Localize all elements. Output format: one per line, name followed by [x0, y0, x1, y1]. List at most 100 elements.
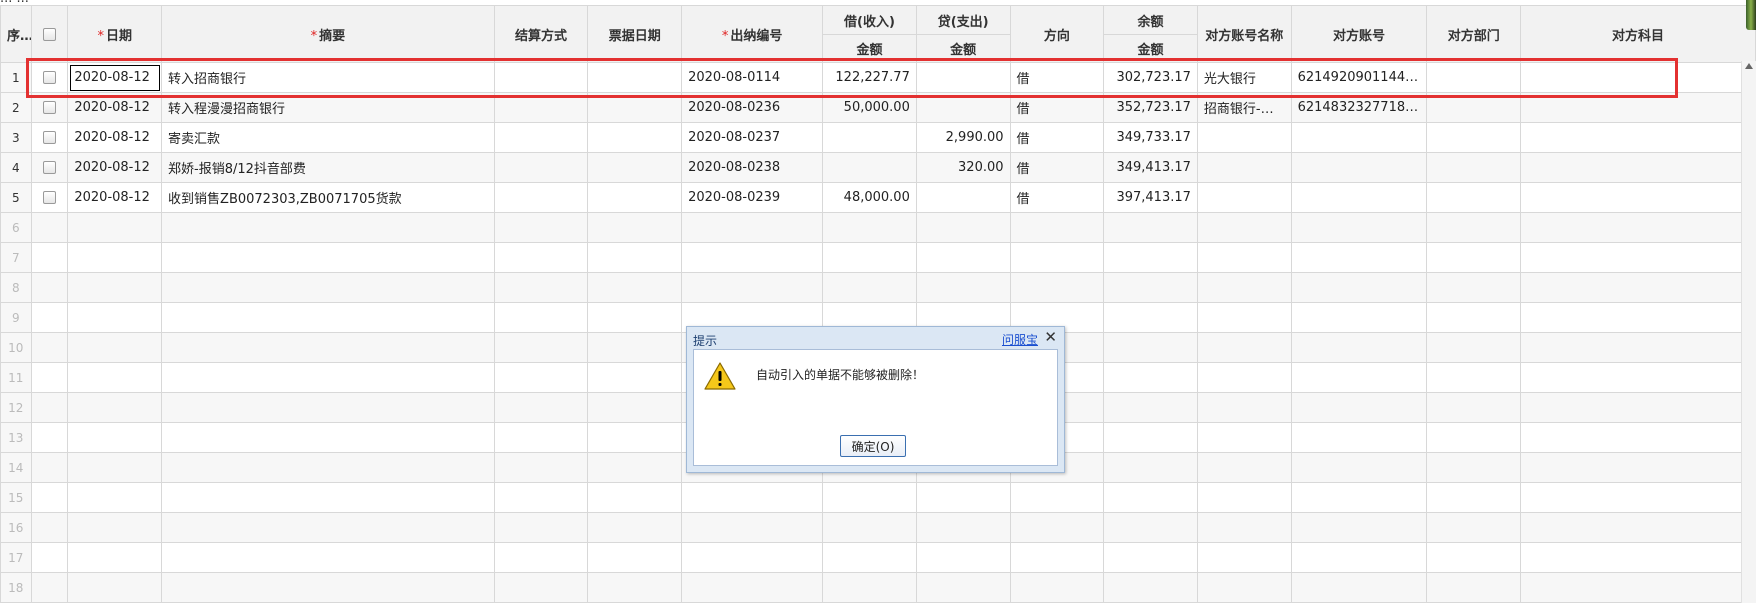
- row-select-cell[interactable]: [30, 122, 69, 153]
- cell-bill-date[interactable]: [587, 92, 683, 123]
- cell-balance[interactable]: 302,723.17: [1103, 62, 1198, 93]
- cell-debit[interactable]: [822, 152, 917, 183]
- empty-cell[interactable]: [1520, 242, 1756, 273]
- empty-cell[interactable]: [587, 572, 683, 603]
- empty-cell[interactable]: [1290, 572, 1428, 603]
- empty-cell[interactable]: [1103, 392, 1198, 423]
- col-header-settle[interactable]: 结算方式: [493, 5, 589, 63]
- empty-cell[interactable]: [587, 392, 683, 423]
- empty-cell[interactable]: [67, 332, 163, 363]
- cell-subject[interactable]: [1520, 62, 1756, 93]
- cell-cashier-no[interactable]: 2020-08-0236: [681, 92, 824, 123]
- empty-cell[interactable]: [1426, 392, 1522, 423]
- row-checkbox[interactable]: [42, 71, 56, 84]
- cell-cashier-no[interactable]: 2020-08-0239: [681, 182, 824, 213]
- empty-cell[interactable]: [1426, 482, 1522, 513]
- empty-cell[interactable]: [1103, 362, 1198, 393]
- cell-acct-no[interactable]: [1290, 122, 1428, 153]
- empty-cell[interactable]: [822, 242, 917, 273]
- cell-credit[interactable]: 320.00: [915, 152, 1011, 183]
- cell-summary[interactable]: 转入程漫漫招商银行: [161, 92, 495, 123]
- cell-date[interactable]: 2020-08-12: [67, 152, 163, 183]
- empty-cell[interactable]: [587, 212, 683, 243]
- cell-debit[interactable]: 122,227.77: [822, 62, 917, 93]
- cell-debit[interactable]: 48,000.00: [822, 182, 917, 213]
- empty-cell[interactable]: [1426, 422, 1522, 453]
- cell-bill-date[interactable]: [587, 182, 683, 213]
- empty-cell[interactable]: [67, 392, 163, 423]
- empty-cell[interactable]: [1103, 272, 1198, 303]
- empty-cell[interactable]: [161, 422, 495, 453]
- cell-balance[interactable]: 349,733.17: [1103, 122, 1198, 153]
- empty-cell[interactable]: [1290, 242, 1428, 273]
- empty-cell[interactable]: [161, 272, 495, 303]
- cell-settle[interactable]: [493, 122, 589, 153]
- cell-direction[interactable]: 借: [1009, 122, 1105, 153]
- cell-acct-name[interactable]: [1196, 122, 1292, 153]
- row-select-cell[interactable]: [30, 152, 69, 183]
- empty-cell[interactable]: [681, 542, 824, 573]
- cell-dept[interactable]: [1426, 62, 1522, 93]
- empty-cell[interactable]: [1520, 452, 1756, 483]
- empty-row[interactable]: 18: [0, 572, 1756, 603]
- cell-summary[interactable]: 郑娇-报销8/12抖音部费: [161, 152, 495, 183]
- empty-cell[interactable]: [1290, 362, 1428, 393]
- empty-cell[interactable]: [1290, 512, 1428, 543]
- empty-cell[interactable]: [67, 362, 163, 393]
- empty-row[interactable]: 17: [0, 542, 1756, 573]
- cell-acct-name[interactable]: [1196, 182, 1292, 213]
- table-row[interactable]: 3 2020-08-12 寄卖汇款 2020-08-0237 2,990.00 借 349,…: [0, 122, 1756, 153]
- cell-settle[interactable]: [493, 62, 589, 93]
- empty-cell[interactable]: [587, 362, 683, 393]
- col-header-subject[interactable]: 对方科目: [1520, 5, 1756, 63]
- empty-cell[interactable]: [1196, 272, 1292, 303]
- empty-cell[interactable]: [587, 302, 683, 333]
- col-header-select-all[interactable]: [30, 5, 69, 63]
- empty-cell[interactable]: [822, 482, 917, 513]
- empty-cell[interactable]: [1009, 272, 1105, 303]
- col-header-direction[interactable]: 方向: [1009, 5, 1105, 63]
- col-header-credit-amount[interactable]: 金额: [915, 34, 1011, 63]
- select-all-checkbox[interactable]: [42, 27, 56, 41]
- empty-cell[interactable]: [67, 512, 163, 543]
- table-row[interactable]: 5 2020-08-12 收到销售ZB0072303,ZB0071705货款 2020…: [0, 182, 1756, 213]
- empty-cell[interactable]: [161, 512, 495, 543]
- empty-cell[interactable]: [1426, 572, 1522, 603]
- cell-balance[interactable]: 349,413.17: [1103, 152, 1198, 183]
- cell-summary[interactable]: 寄卖汇款: [161, 122, 495, 153]
- empty-cell[interactable]: [822, 212, 917, 243]
- empty-cell[interactable]: [67, 572, 163, 603]
- empty-cell[interactable]: [915, 482, 1011, 513]
- empty-cell[interactable]: [822, 542, 917, 573]
- col-header-debit-amount[interactable]: 金额: [822, 34, 917, 63]
- cell-credit[interactable]: [915, 182, 1011, 213]
- empty-cell[interactable]: [67, 242, 163, 273]
- cell-subject[interactable]: [1520, 182, 1756, 213]
- empty-cell[interactable]: [1009, 542, 1105, 573]
- empty-cell[interactable]: [1196, 392, 1292, 423]
- empty-cell[interactable]: [161, 212, 495, 243]
- empty-cell[interactable]: [1520, 542, 1756, 573]
- empty-cell[interactable]: [1103, 302, 1198, 333]
- empty-cell[interactable]: [161, 332, 495, 363]
- empty-cell[interactable]: [1426, 542, 1522, 573]
- cell-balance[interactable]: 397,413.17: [1103, 182, 1198, 213]
- empty-cell[interactable]: [1196, 572, 1292, 603]
- empty-cell[interactable]: [1103, 212, 1198, 243]
- empty-cell[interactable]: [681, 512, 824, 543]
- empty-cell[interactable]: [30, 242, 69, 273]
- cell-summary[interactable]: 收到销售ZB0072303,ZB0071705货款: [161, 182, 495, 213]
- empty-cell[interactable]: [161, 302, 495, 333]
- empty-cell[interactable]: [681, 482, 824, 513]
- empty-cell[interactable]: [1290, 542, 1428, 573]
- empty-cell[interactable]: [915, 572, 1011, 603]
- empty-cell[interactable]: [1009, 212, 1105, 243]
- empty-cell[interactable]: [30, 332, 69, 363]
- empty-cell[interactable]: [30, 572, 69, 603]
- empty-cell[interactable]: [822, 572, 917, 603]
- empty-cell[interactable]: [1520, 512, 1756, 543]
- empty-cell[interactable]: [1103, 242, 1198, 273]
- cell-direction[interactable]: 借: [1009, 182, 1105, 213]
- close-icon[interactable]: ✕: [1044, 328, 1057, 346]
- empty-cell[interactable]: [915, 512, 1011, 543]
